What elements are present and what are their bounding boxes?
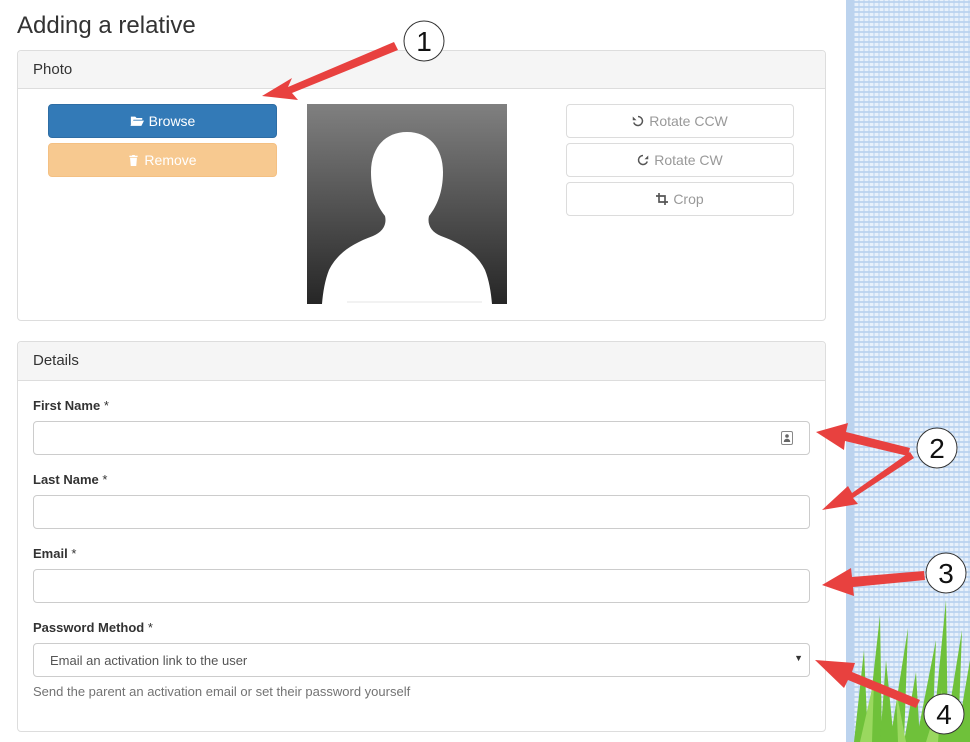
details-panel: Details First Name * Last Name * Email *… (17, 341, 826, 732)
silhouette-image (307, 104, 507, 304)
browse-button[interactable]: Browse (48, 104, 277, 138)
decorative-background (846, 0, 970, 742)
rotate-cw-label: Rotate CW (654, 152, 723, 168)
last-name-label-text: Last Name (33, 472, 99, 487)
password-method-selected: Email an activation link to the user (50, 653, 248, 668)
required-marker: * (71, 546, 77, 561)
trash-icon (129, 154, 139, 166)
required-marker: * (147, 620, 153, 635)
rotate-cw-icon (638, 154, 649, 166)
email-input[interactable] (33, 569, 810, 603)
photo-panel: Photo Browse Remove Rotate CCW Rotate CW… (17, 50, 826, 321)
folder-open-icon (130, 116, 144, 126)
page-title: Adding a relative (17, 12, 196, 39)
password-method-label-text: Password Method (33, 620, 145, 635)
password-method-label: Password Method * (33, 620, 153, 635)
password-method-select[interactable]: Email an activation link to the user ▼ (33, 643, 810, 677)
rotate-ccw-button[interactable]: Rotate CCW (566, 104, 794, 138)
first-name-label: First Name * (33, 398, 109, 413)
rotate-ccw-icon (632, 115, 644, 127)
crop-button[interactable]: Crop (566, 182, 794, 216)
password-method-help: Send the parent an activation email or s… (33, 684, 411, 699)
caret-down-icon: ▼ (794, 653, 803, 663)
remove-button[interactable]: Remove (48, 143, 277, 177)
last-name-input[interactable] (33, 495, 810, 529)
profile-photo-placeholder (307, 104, 507, 304)
required-marker: * (102, 472, 108, 487)
remove-button-label: Remove (144, 152, 197, 168)
email-label-text: Email (33, 546, 68, 561)
details-panel-heading: Details (18, 342, 825, 381)
rotate-cw-button[interactable]: Rotate CW (566, 143, 794, 177)
last-name-label: Last Name * (33, 472, 107, 487)
crop-icon (656, 193, 669, 205)
first-name-label-text: First Name (33, 398, 101, 413)
browse-button-label: Browse (148, 113, 196, 129)
first-name-input[interactable] (33, 421, 810, 455)
photo-panel-heading: Photo (18, 51, 825, 89)
email-label: Email * (33, 546, 76, 561)
rotate-ccw-label: Rotate CCW (649, 113, 728, 129)
required-marker: * (103, 398, 109, 413)
crop-label: Crop (673, 191, 704, 207)
contact-card-icon[interactable] (781, 431, 793, 445)
